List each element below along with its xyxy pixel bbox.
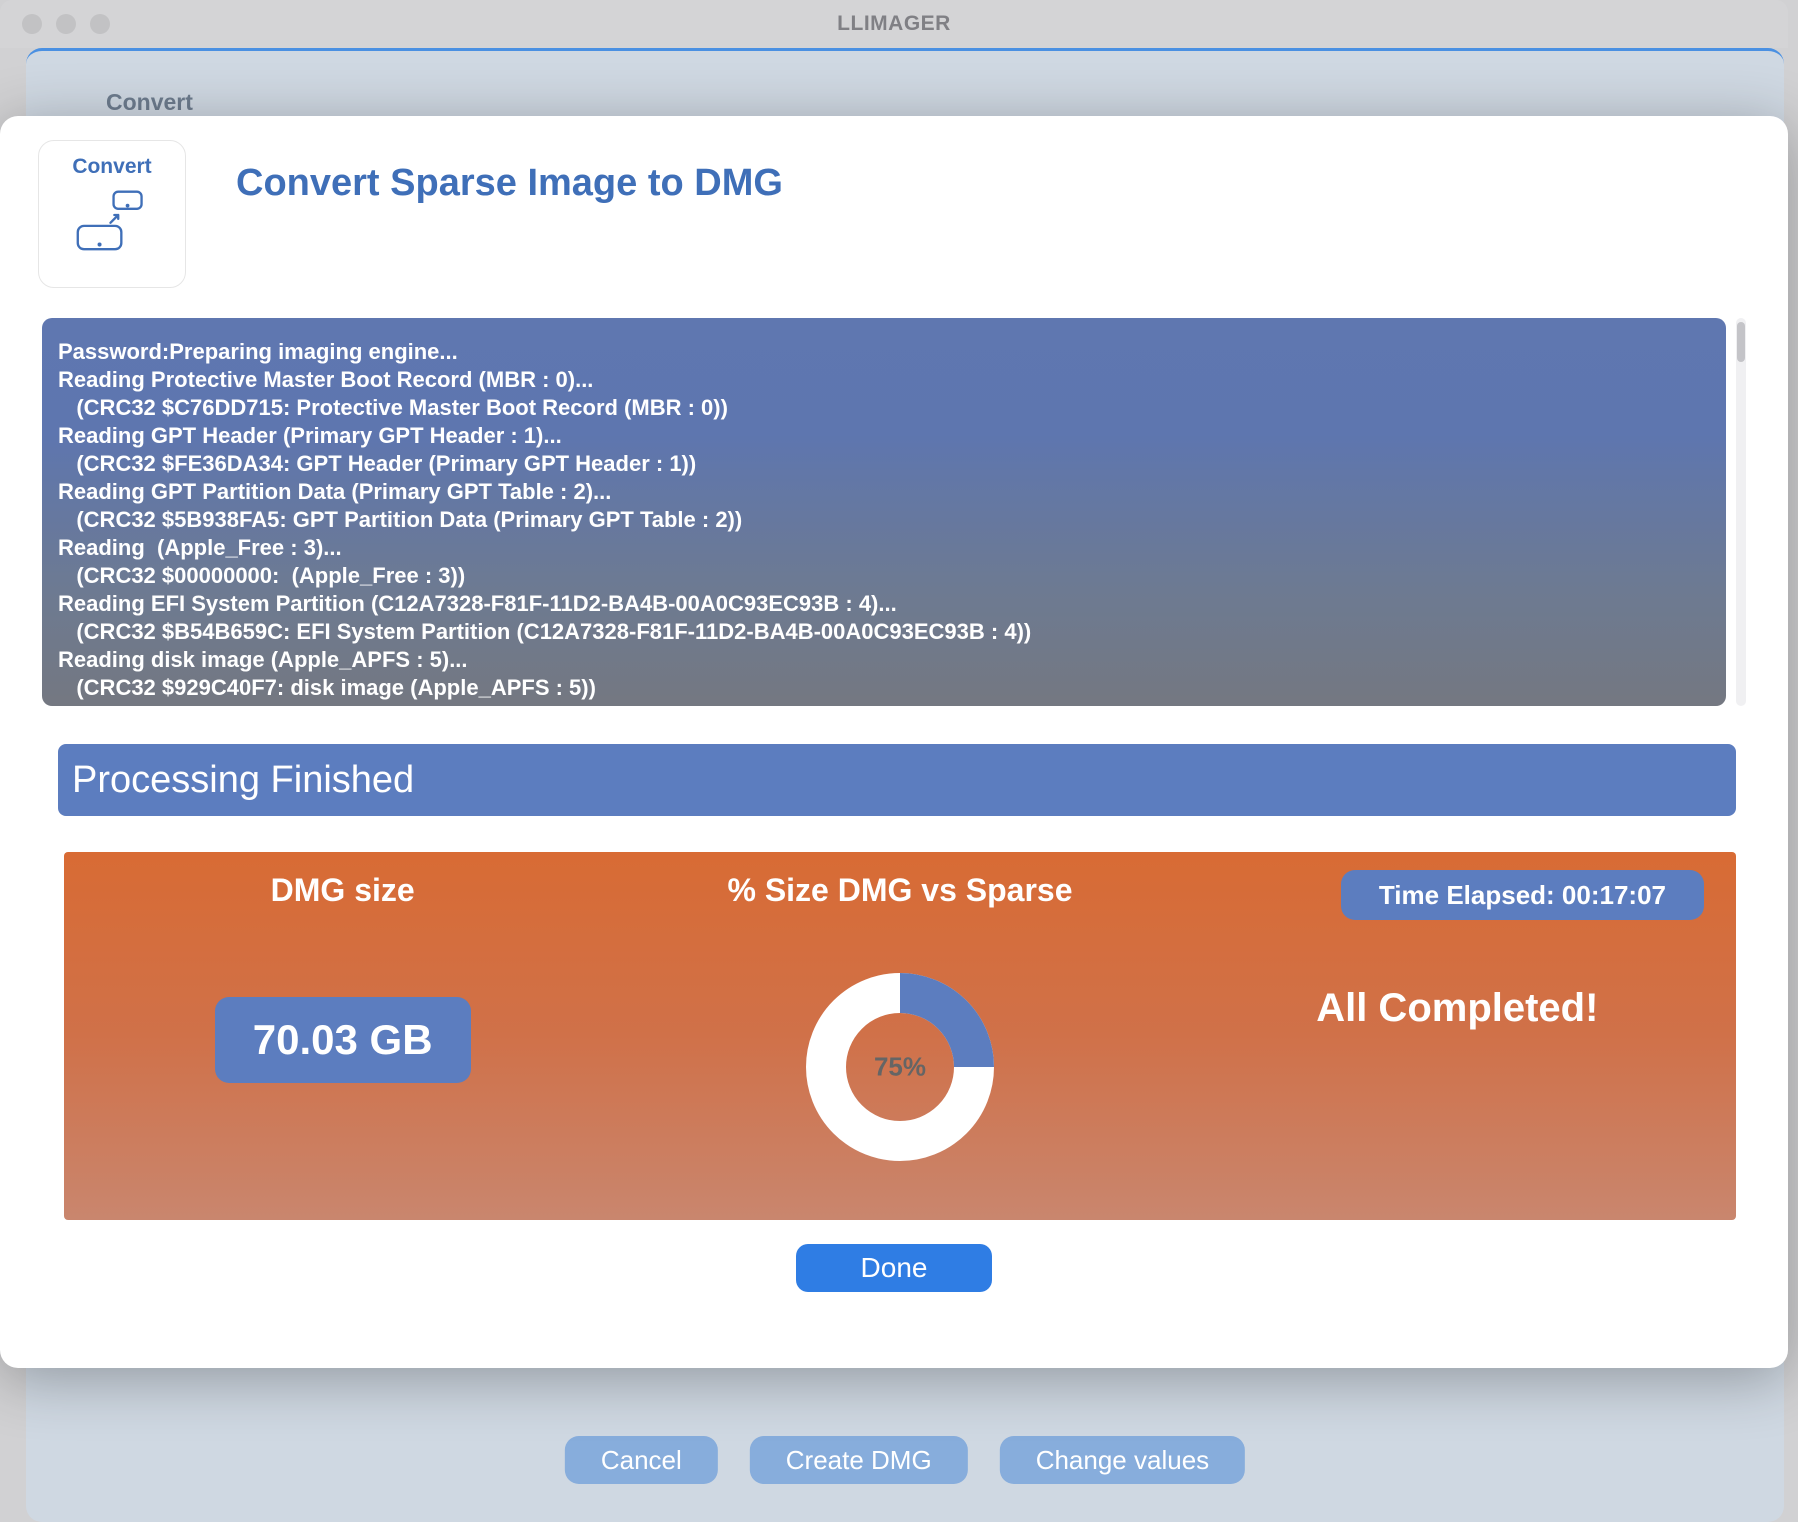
- stats-panel: Time Elapsed: 00:17:07 DMG size 70.03 GB…: [64, 852, 1736, 1220]
- status-banner: Processing Finished: [58, 744, 1736, 816]
- cancel-button[interactable]: Cancel: [565, 1436, 718, 1484]
- disk-convert-icon: [72, 187, 152, 257]
- log-line: Reading GPT Header (Primary GPT Header :…: [58, 422, 1710, 450]
- traffic-lights: [22, 14, 110, 34]
- ratio-label: % Size DMG vs Sparse: [727, 872, 1072, 909]
- all-completed-text: All Completed!: [1316, 986, 1598, 1031]
- log-line: Reading EFI System Partition (C12A7328-F…: [58, 590, 1710, 618]
- tab-convert[interactable]: Convert: [106, 89, 193, 116]
- bottom-button-row: Cancel Create DMG Change values: [565, 1436, 1245, 1484]
- log-wrap: Password:Preparing imaging engine...Read…: [42, 318, 1746, 706]
- done-row: Done: [42, 1244, 1746, 1292]
- log-line: (CRC32 $5B938FA5: GPT Partition Data (Pr…: [58, 506, 1710, 534]
- done-button[interactable]: Done: [796, 1244, 992, 1292]
- minimize-icon[interactable]: [56, 14, 76, 34]
- dmg-size-value: 70.03 GB: [215, 997, 471, 1083]
- zoom-icon[interactable]: [90, 14, 110, 34]
- log-line: Reading (Apple_Free : 3)...: [58, 534, 1710, 562]
- log-line: Password:Preparing imaging engine...: [58, 338, 1710, 366]
- dmg-size-column: DMG size 70.03 GB: [64, 872, 621, 1220]
- time-elapsed-badge: Time Elapsed: 00:17:07: [1341, 870, 1704, 920]
- dmg-size-label: DMG size: [271, 872, 415, 909]
- convert-icon-label: Convert: [72, 155, 151, 179]
- log-line: Reading GPT Partition Data (Primary GPT …: [58, 478, 1710, 506]
- completed-column: All Completed!: [1179, 872, 1736, 1220]
- log-output[interactable]: Password:Preparing imaging engine...Read…: [42, 318, 1726, 706]
- log-line: (CRC32 $FE36DA34: GPT Header (Primary GP…: [58, 450, 1710, 478]
- dialog-header: Convert Convert Sparse Image to DMG: [42, 140, 1746, 288]
- log-line: (CRC32 $B54B659C: EFI System Partition (…: [58, 618, 1710, 646]
- ratio-percent-text: 75%: [874, 1052, 926, 1083]
- close-icon[interactable]: [22, 14, 42, 34]
- log-line: Reading disk image (Apple_APFS : 5)...: [58, 646, 1710, 674]
- change-values-button[interactable]: Change values: [1000, 1436, 1245, 1484]
- log-line: Reading Protective Master Boot Record (M…: [58, 366, 1710, 394]
- dialog-heading: Convert Sparse Image to DMG: [236, 162, 783, 205]
- scrollbar[interactable]: [1736, 318, 1746, 706]
- log-line: Reading (Apple_Free : 6)......: [58, 702, 1710, 706]
- convert-result-dialog: Convert Convert Sparse Image to DMG Pass…: [0, 116, 1788, 1368]
- log-line: (CRC32 $929C40F7: disk image (Apple_APFS…: [58, 674, 1710, 702]
- ratio-column: % Size DMG vs Sparse 75%: [621, 872, 1178, 1220]
- window-title: LLIMAGER: [837, 12, 951, 36]
- scrollbar-thumb[interactable]: [1737, 322, 1745, 362]
- convert-icon-tile[interactable]: Convert: [38, 140, 186, 288]
- window-titlebar: LLIMAGER: [0, 0, 1788, 48]
- log-line: (CRC32 $C76DD715: Protective Master Boot…: [58, 394, 1710, 422]
- create-dmg-button[interactable]: Create DMG: [750, 1436, 968, 1484]
- ratio-donut-chart: 75%: [802, 969, 998, 1165]
- log-line: (CRC32 $00000000: (Apple_Free : 3)): [58, 562, 1710, 590]
